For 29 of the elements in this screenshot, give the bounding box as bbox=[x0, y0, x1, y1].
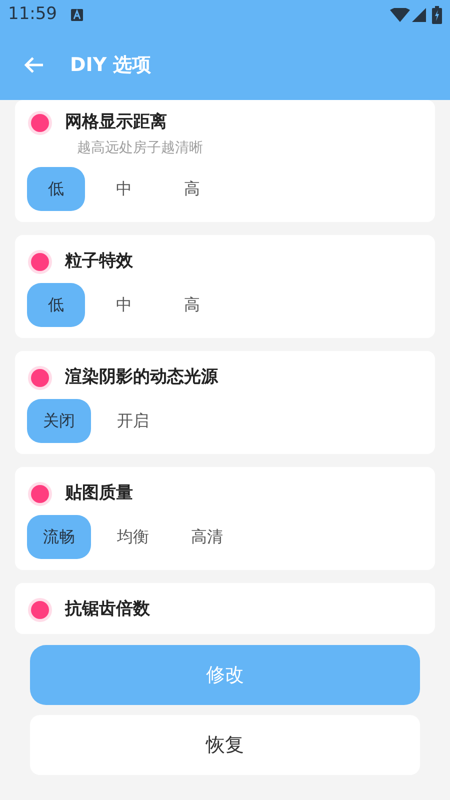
option-chip[interactable]: 低 bbox=[27, 283, 85, 327]
setting-title: 抗锯齿倍数 bbox=[65, 598, 150, 622]
bullet-dot-icon bbox=[27, 249, 53, 275]
setting-description: 越高远处房子越清晰 bbox=[77, 139, 204, 158]
notification-icon bbox=[71, 9, 83, 21]
option-chip[interactable]: 关闭 bbox=[27, 399, 91, 443]
bullet-dot-icon bbox=[27, 365, 53, 391]
option-chip[interactable]: 高 bbox=[163, 283, 221, 327]
setting-title: 网格显示距离 bbox=[65, 111, 167, 134]
option-chip[interactable]: 中 bbox=[95, 283, 153, 327]
option-chip[interactable]: 低 bbox=[27, 167, 85, 211]
setting-title: 贴图质量 bbox=[65, 482, 133, 506]
option-chip[interactable]: 高 bbox=[163, 167, 221, 211]
restore-button[interactable]: 恢复 bbox=[30, 715, 420, 775]
screen-title: DIY 选项 bbox=[70, 52, 152, 78]
battery-icon bbox=[432, 6, 442, 24]
option-chip[interactable]: 高清 bbox=[175, 515, 239, 559]
option-chip[interactable]: 流畅 bbox=[27, 515, 91, 559]
setting-title: 粒子特效 bbox=[65, 250, 133, 274]
option-chip[interactable]: 开启 bbox=[101, 399, 165, 443]
bullet-dot-icon bbox=[27, 110, 53, 136]
wifi-icon bbox=[390, 8, 410, 22]
setting-title: 渲染阴影的动态光源 bbox=[65, 366, 218, 390]
status-time: 11:59 bbox=[8, 3, 57, 26]
bullet-dot-icon bbox=[27, 481, 53, 507]
signal-icon bbox=[412, 8, 426, 22]
option-chip[interactable]: 均衡 bbox=[101, 515, 165, 559]
option-chip[interactable]: 中 bbox=[95, 167, 153, 211]
bullet-dot-icon bbox=[27, 597, 53, 623]
